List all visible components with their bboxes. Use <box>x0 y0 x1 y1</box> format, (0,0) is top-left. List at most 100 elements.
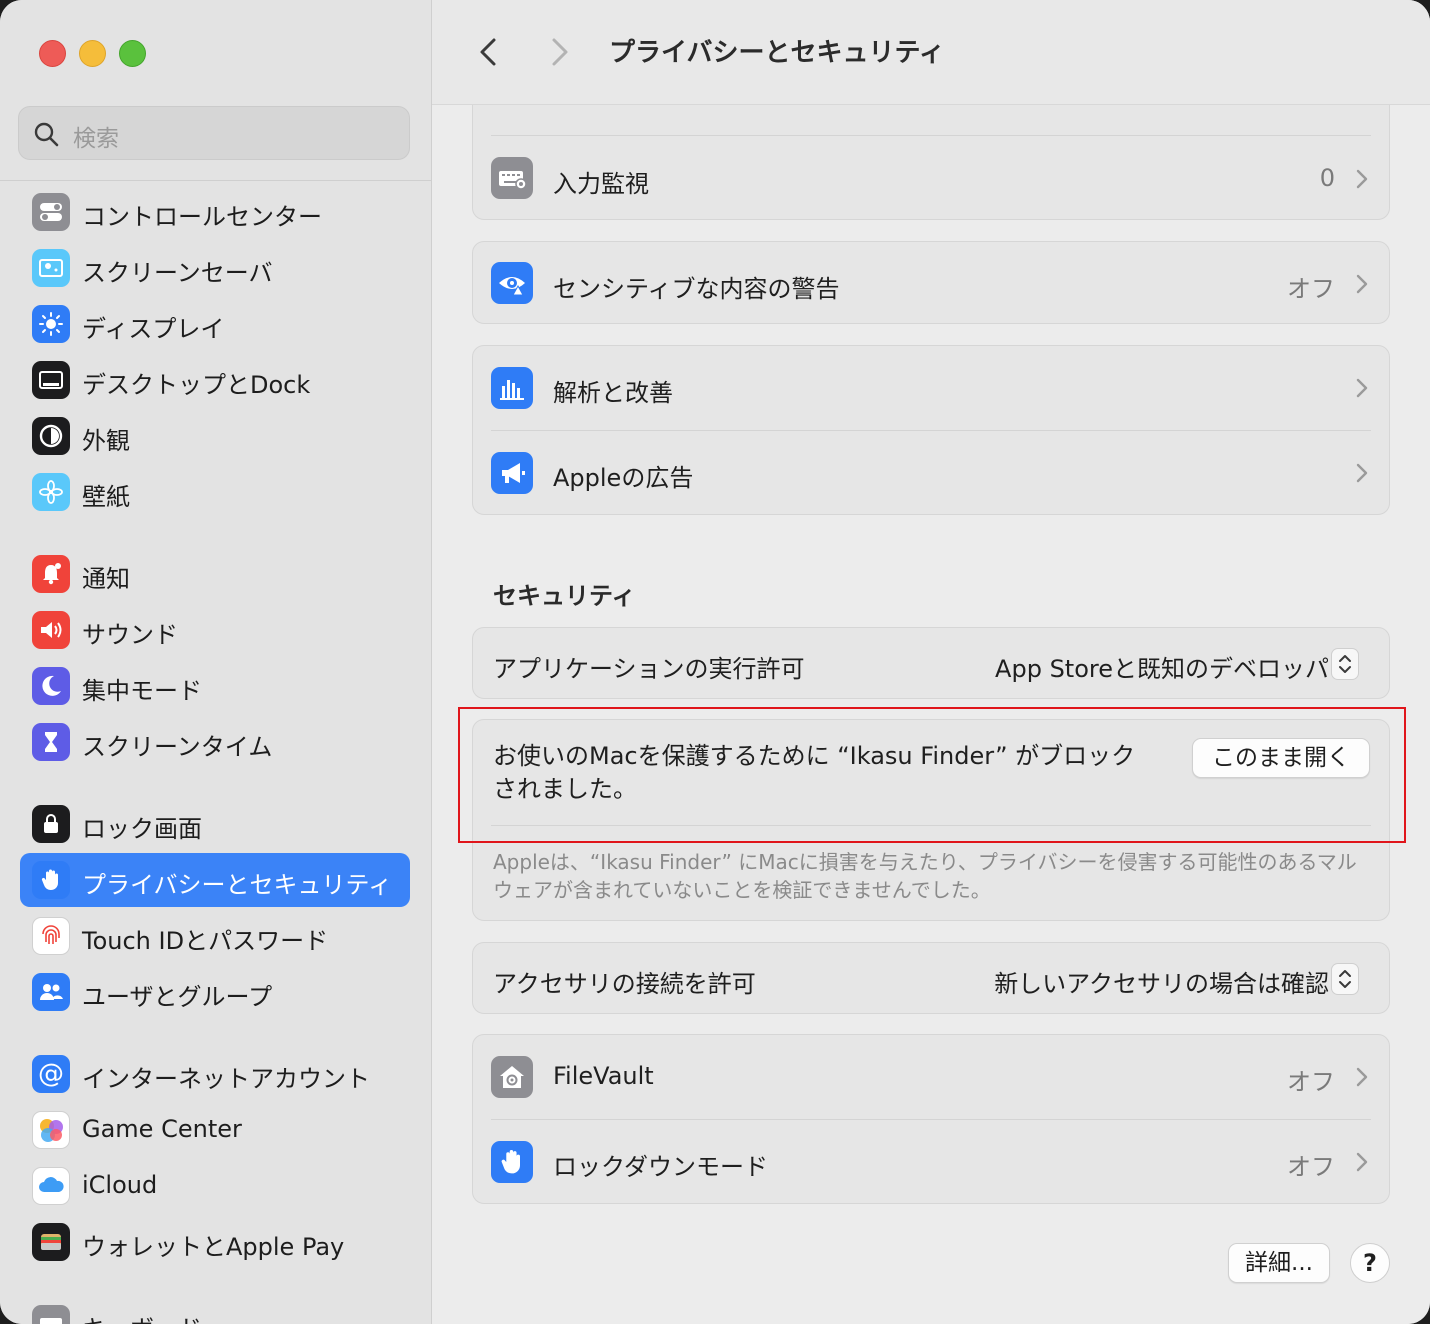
sidebar-item-focus[interactable]: 集中モード <box>20 659 410 713</box>
minimize-window-button[interactable] <box>79 40 106 67</box>
zoom-window-button[interactable] <box>119 40 146 67</box>
up-down-stepper-icon <box>1331 648 1359 680</box>
icloud-icon <box>32 1167 70 1205</box>
details-button[interactable]: 詳細... <box>1228 1243 1330 1283</box>
row-analytics[interactable]: 解析と改善 <box>473 346 1389 430</box>
chevron-right-icon <box>1356 378 1368 398</box>
desktop-dock-icon <box>32 361 70 399</box>
sidebar-item-label: 通知 <box>82 565 130 593</box>
sidebar-item-sound[interactable]: サウンド <box>20 603 410 657</box>
search-field[interactable]: 検索 <box>18 106 410 160</box>
filevault-lockdown-card: FileVault オフ ロックダウンモード オフ <box>472 1034 1390 1204</box>
sidebar-item-label: サウンド <box>82 621 178 649</box>
blocked-app-note: Appleは、“Ikasu Finder” にMacに損害を与えたり、プライバシ… <box>493 850 1357 902</box>
row-label: ロックダウンモード <box>553 1153 769 1181</box>
display-sun-icon <box>32 305 70 343</box>
megaphone-icon <box>491 452 533 494</box>
accessory-select[interactable]: 新しいアクセサリの場合は確認 <box>973 957 1369 1001</box>
row-input-monitoring[interactable]: 入力監視 0 <box>473 136 1389 220</box>
section-title-security: セキュリティ <box>493 582 636 610</box>
sidebar-item-screen-time[interactable]: スクリーンタイム <box>20 715 410 769</box>
at-sign-icon: @ <box>32 1055 70 1093</box>
help-button[interactable]: ? <box>1350 1243 1390 1283</box>
sidebar-item-label: コントロールセンター <box>82 203 322 231</box>
chevron-right-icon <box>1356 1067 1368 1087</box>
row-value: オフ <box>1287 1153 1335 1181</box>
chevron-right-icon <box>1356 274 1368 294</box>
accessory-label: アクセサリの接続を許可 <box>493 970 756 998</box>
sidebar-item-internet-accounts[interactable]: @ インターネットアカウント <box>20 1047 410 1101</box>
row-sensitive-content-warning[interactable]: センシティブな内容の警告 オフ <box>473 242 1389 324</box>
sidebar-item-label: スクリーンセーバ <box>82 259 273 287</box>
chevron-right-icon <box>1356 1152 1368 1172</box>
sidebar-item-label: インターネットアカウント <box>82 1065 370 1093</box>
focus-moon-icon <box>32 667 70 705</box>
sidebar-item-label: デスクトップとDock <box>82 371 311 399</box>
wallet-icon <box>32 1223 70 1261</box>
privacy-hand-icon <box>32 861 70 899</box>
sidebar-item-appearance[interactable]: 外観 <box>20 409 410 463</box>
sidebar-item-label: ウォレットとApple Pay <box>82 1233 345 1261</box>
sidebar-item-label: ディスプレイ <box>82 315 225 343</box>
accessory-card: アクセサリの接続を許可 新しいアクセサリの場合は確認 <box>472 942 1390 1014</box>
users-groups-icon <box>32 973 70 1011</box>
row-label: センシティブな内容の警告 <box>553 275 840 303</box>
sidebar-item-label: スクリーンタイム <box>82 733 273 761</box>
forward-chevron-icon[interactable] <box>540 30 580 74</box>
app-allow-value: App Storeと既知のデベロッパ <box>995 655 1329 683</box>
appearance-icon <box>32 417 70 455</box>
analytics-chart-icon <box>491 367 533 409</box>
sidebar-item-display[interactable]: ディスプレイ <box>20 297 410 351</box>
eye-warning-icon <box>491 262 533 304</box>
sidebar-item-label: ユーザとグループ <box>82 983 273 1011</box>
wallpaper-flower-icon <box>32 473 70 511</box>
sidebar-item-screen-saver[interactable]: スクリーンセーバ <box>20 241 410 295</box>
close-window-button[interactable] <box>39 40 66 67</box>
row-value: オフ <box>1287 275 1335 303</box>
sidebar-divider <box>0 180 431 181</box>
row-apple-ads[interactable]: Appleの広告 <box>473 431 1389 515</box>
sidebar-item-icloud[interactable]: iCloud <box>20 1159 410 1213</box>
hourglass-icon <box>32 723 70 761</box>
sidebar-item-control-center[interactable]: コントロールセンター <box>20 185 410 239</box>
app-allow-select[interactable]: App Storeと既知のデベロッパ <box>983 642 1369 686</box>
main-pane: プライバシーとセキュリティ 入力監視 0 センシティブな内容の警告 オフ 解析と… <box>432 0 1430 1324</box>
sidebar-item-users-groups[interactable]: ユーザとグループ <box>20 965 410 1019</box>
row-lockdown-mode[interactable]: ロックダウンモード オフ <box>473 1120 1389 1204</box>
row-label: Appleの広告 <box>553 464 694 492</box>
sidebar-item-label: ロック画面 <box>82 815 202 843</box>
highlight-annotation-box <box>458 707 1406 843</box>
sidebar-item-wallpaper[interactable]: 壁紙 <box>20 465 410 519</box>
screen-saver-icon <box>32 249 70 287</box>
lock-icon <box>32 805 70 843</box>
keyboard-icon <box>32 1305 70 1324</box>
sidebar-item-wallet[interactable]: ウォレットとApple Pay <box>20 1215 410 1269</box>
sidebar-item-label: Game Center <box>82 1115 242 1143</box>
analytics-ads-card: 解析と改善 Appleの広告 <box>472 345 1390 515</box>
back-chevron-icon[interactable] <box>468 30 508 74</box>
sidebar-item-label: iCloud <box>82 1171 158 1199</box>
sidebar-item-label: 外観 <box>82 427 130 455</box>
sensitive-content-card: センシティブな内容の警告 オフ <box>472 241 1390 324</box>
sidebar-item-keyboard[interactable]: キーボード <box>20 1297 410 1324</box>
row-label: 解析と改善 <box>553 379 673 407</box>
sidebar-item-desktop-dock[interactable]: デスクトップとDock <box>20 353 410 407</box>
row-value: 0 <box>1319 164 1335 192</box>
row-filevault[interactable]: FileVault オフ <box>473 1035 1389 1119</box>
sound-speaker-icon <box>32 611 70 649</box>
row-value: オフ <box>1287 1068 1335 1096</box>
sidebar-item-privacy-security[interactable]: プライバシーとセキュリティ <box>20 853 410 907</box>
sidebar-item-notifications[interactable]: 通知 <box>20 547 410 601</box>
sidebar-item-label: 集中モード <box>82 677 202 705</box>
sidebar-item-game-center[interactable]: Game Center <box>20 1103 410 1157</box>
lockdown-hand-icon <box>491 1141 533 1183</box>
app-allow-label: アプリケーションの実行許可 <box>493 655 805 683</box>
settings-window: 検索 コントロールセンター スクリーンセーバ ディスプレイ デスクトップとDoc… <box>0 0 1430 1324</box>
sidebar-item-touch-id[interactable]: Touch IDとパスワード <box>20 909 410 963</box>
sidebar: 検索 コントロールセンター スクリーンセーバ ディスプレイ デスクトップとDoc… <box>0 0 432 1324</box>
sidebar-item-label: プライバシーとセキュリティ <box>82 871 393 899</box>
up-down-stepper-icon <box>1331 963 1359 995</box>
accessory-value: 新しいアクセサリの場合は確認 <box>994 970 1329 998</box>
sidebar-item-lock-screen[interactable]: ロック画面 <box>20 797 410 851</box>
fingerprint-icon <box>32 917 70 955</box>
